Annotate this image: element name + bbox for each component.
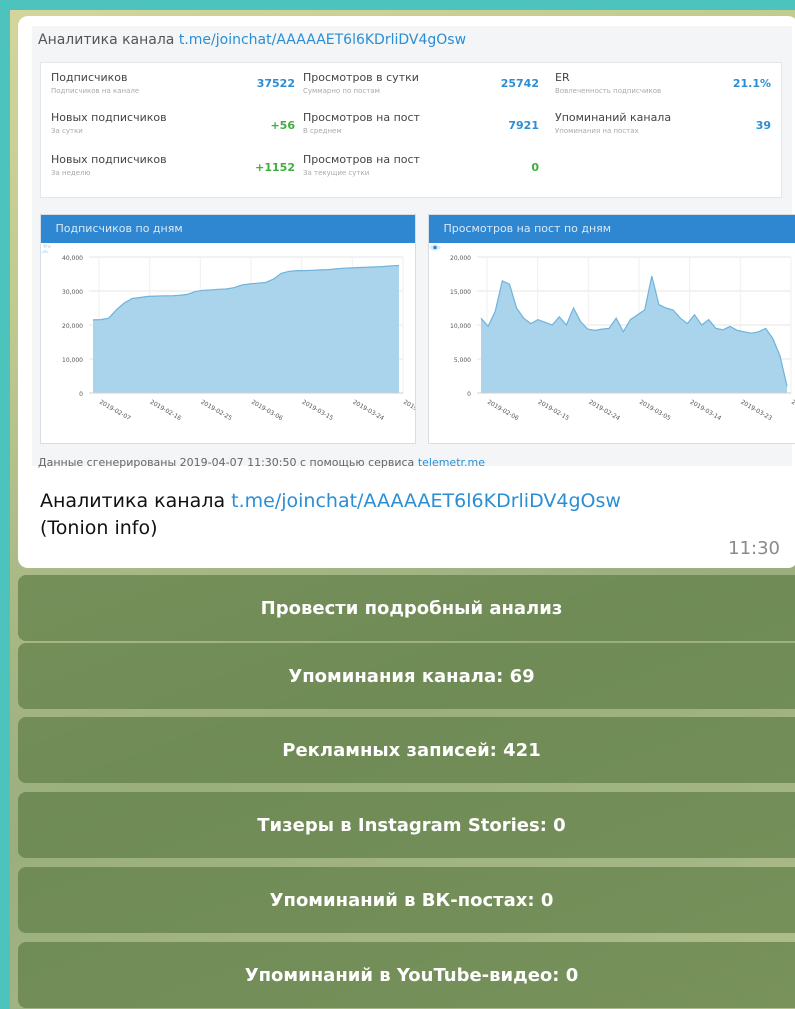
- button-label: Рекламных записей: 421: [282, 739, 541, 761]
- message-caption: Аналитика канала t.me/joinchat/AAAAAET6l…: [40, 488, 740, 542]
- caption-prefix: Аналитика канала: [40, 490, 226, 512]
- stat-views-per-day: Просмотров в сутки Суммарно по постам: [303, 71, 419, 95]
- inline-button-instagram-stories[interactable]: Тизеры в Instagram Stories: 0 ↗: [18, 792, 795, 858]
- y-tick-label: 15,000: [450, 289, 471, 296]
- button-label: Упоминаний в YouTube-видео: 0: [244, 964, 579, 986]
- y-tick-label: 10,000: [450, 323, 471, 330]
- chart-panel-subscribers-header: Подписчиков по дням: [41, 215, 415, 253]
- stat-subscribers: Подписчиков Подписчиков на канале: [51, 71, 140, 95]
- y-tick-label: 5,000: [454, 357, 471, 364]
- stat-new-subscribers-week-value: +1152: [255, 161, 295, 174]
- inline-button-detailed-analysis[interactable]: Провести подробный анализ ↗: [18, 575, 795, 641]
- x-tick-label: 2019-02-24: [587, 399, 621, 423]
- x-tick-label: 2019-02-25: [199, 399, 233, 423]
- x-tick-label: 2019-03-05: [638, 399, 672, 423]
- views-chart: 0 5,000 10,000 15,000 20,000 2019-02-06 2019-0…: [450, 255, 795, 423]
- chart-title: Просмотров на пост по дням: [443, 222, 612, 235]
- stat-new-subscribers-day: Новых подписчиков За сутки: [51, 111, 167, 135]
- stat-new-subscribers-day-value: +56: [270, 119, 295, 132]
- stat-views-per-post: Просмотров на пост В среднем: [303, 111, 420, 135]
- subscribers-chart: 0 10,000 20,000 30,000 40,000 2019-02-07 2019-…: [62, 255, 415, 423]
- report-header-link: t.me/joinchat/AAAAAET6l6KDrliDV4gOsw: [178, 32, 467, 48]
- analytics-report-image[interactable]: Аналитика канала t.me/joinchat/AAAAAET6l…: [32, 26, 795, 469]
- y-tick-label: 30,000: [62, 289, 83, 296]
- button-label: Упоминаний в ВК-постах: 0: [269, 889, 554, 911]
- x-tick-label: 2019-03-06: [250, 399, 284, 423]
- x-tick-label: 2019-03-23: [739, 399, 773, 423]
- x-tick-label: 2019-04-01: [790, 399, 795, 423]
- generated-note: Данные сгенерированы 2019-04-07 11:30:50…: [38, 456, 485, 469]
- inline-button-ad-posts[interactable]: Рекламных записей: 421 ↗: [18, 717, 795, 783]
- y-tick-label: 40,000: [62, 255, 83, 262]
- stat-views-per-day-value: 25742: [500, 77, 539, 90]
- generated-text: Данные сгенерированы 2019-04-07 11:30:50…: [38, 456, 415, 469]
- stat-channel-mentions-value: 39: [755, 119, 771, 132]
- chat-background: Аналитика канала t.me/joinchat/AAAAAET6l…: [10, 10, 795, 1009]
- report-header-prefix: Аналитика канала: [38, 32, 175, 48]
- stat-channel-mentions: Упоминаний канала Упоминания на постах: [555, 111, 672, 135]
- chart-panel-subscribers: Подписчиков по дням 0 10,000 20,000 30,000 4…: [40, 214, 416, 444]
- x-tick-label: 2019-02-06: [486, 399, 520, 423]
- inline-button-youtube-mentions[interactable]: Упоминаний в YouTube-видео: 0 ↗: [18, 942, 795, 1008]
- message-bubble: Аналитика канала t.me/joinchat/AAAAAET6l…: [18, 16, 795, 568]
- stat-views-per-post-today-value: 0: [531, 161, 539, 174]
- series-area: [481, 276, 787, 393]
- y-tick-label: 20,000: [62, 323, 83, 330]
- chart-title: Подписчиков по дням: [55, 222, 183, 235]
- y-tick-label: 20,000: [450, 255, 471, 262]
- x-tick-label: 2019-03-14: [689, 399, 723, 423]
- button-label: Тизеры в Instagram Stories: 0: [257, 814, 566, 836]
- y-tick-label: 0: [79, 391, 83, 398]
- inline-button-channel-mentions[interactable]: Упоминания канала: 69 ↗: [18, 643, 795, 709]
- stat-views-per-post-value: 7921: [508, 119, 539, 132]
- report-header: Аналитика канала t.me/joinchat/AAAAAET6l…: [38, 32, 466, 48]
- chart-panel-views: Просмотров на пост по дням 0 5,000 10,000 1…: [428, 214, 795, 444]
- message-time: 11:30: [728, 538, 780, 559]
- stats-card: Подписчиков Подписчиков на канале 37522 …: [40, 62, 782, 198]
- caption-link[interactable]: t.me/joinchat/AAAAAET6l6KDrliDV4gOsw: [231, 490, 621, 512]
- x-tick-label: 2019-03-15: [301, 399, 335, 423]
- generated-link[interactable]: telemetr.me: [418, 456, 485, 469]
- caption-suffix: (Tonion info): [40, 517, 158, 539]
- x-tick-label: 2019-03-24: [351, 399, 385, 423]
- y-tick-label: 0: [467, 391, 471, 398]
- inline-button-vk-mentions[interactable]: Упоминаний в ВК-постах: 0 ↗: [18, 867, 795, 933]
- stat-new-subscribers-week: Новых подписчиков За неделю: [51, 153, 167, 177]
- x-tick-label: 2019-02-15: [537, 399, 571, 423]
- chart-panel-views-header: Просмотров на пост по дням: [429, 215, 795, 251]
- stat-er-value: 21.1%: [732, 77, 771, 90]
- x-tick-label: 2019-04-02: [402, 399, 415, 423]
- stat-er: ER Вовлеченность подписчиков: [555, 71, 662, 95]
- button-label: Провести подробный анализ: [260, 597, 563, 619]
- button-label: Упоминания канала: 69: [288, 665, 535, 687]
- y-tick-label: 10,000: [62, 357, 83, 364]
- x-tick-label: 2019-02-07: [98, 399, 132, 423]
- stat-subscribers-value: 37522: [256, 77, 295, 90]
- stat-views-per-post-today: Просмотров на пост За текущие сутки: [303, 153, 420, 177]
- x-tick-label: 2019-02-16: [149, 399, 183, 423]
